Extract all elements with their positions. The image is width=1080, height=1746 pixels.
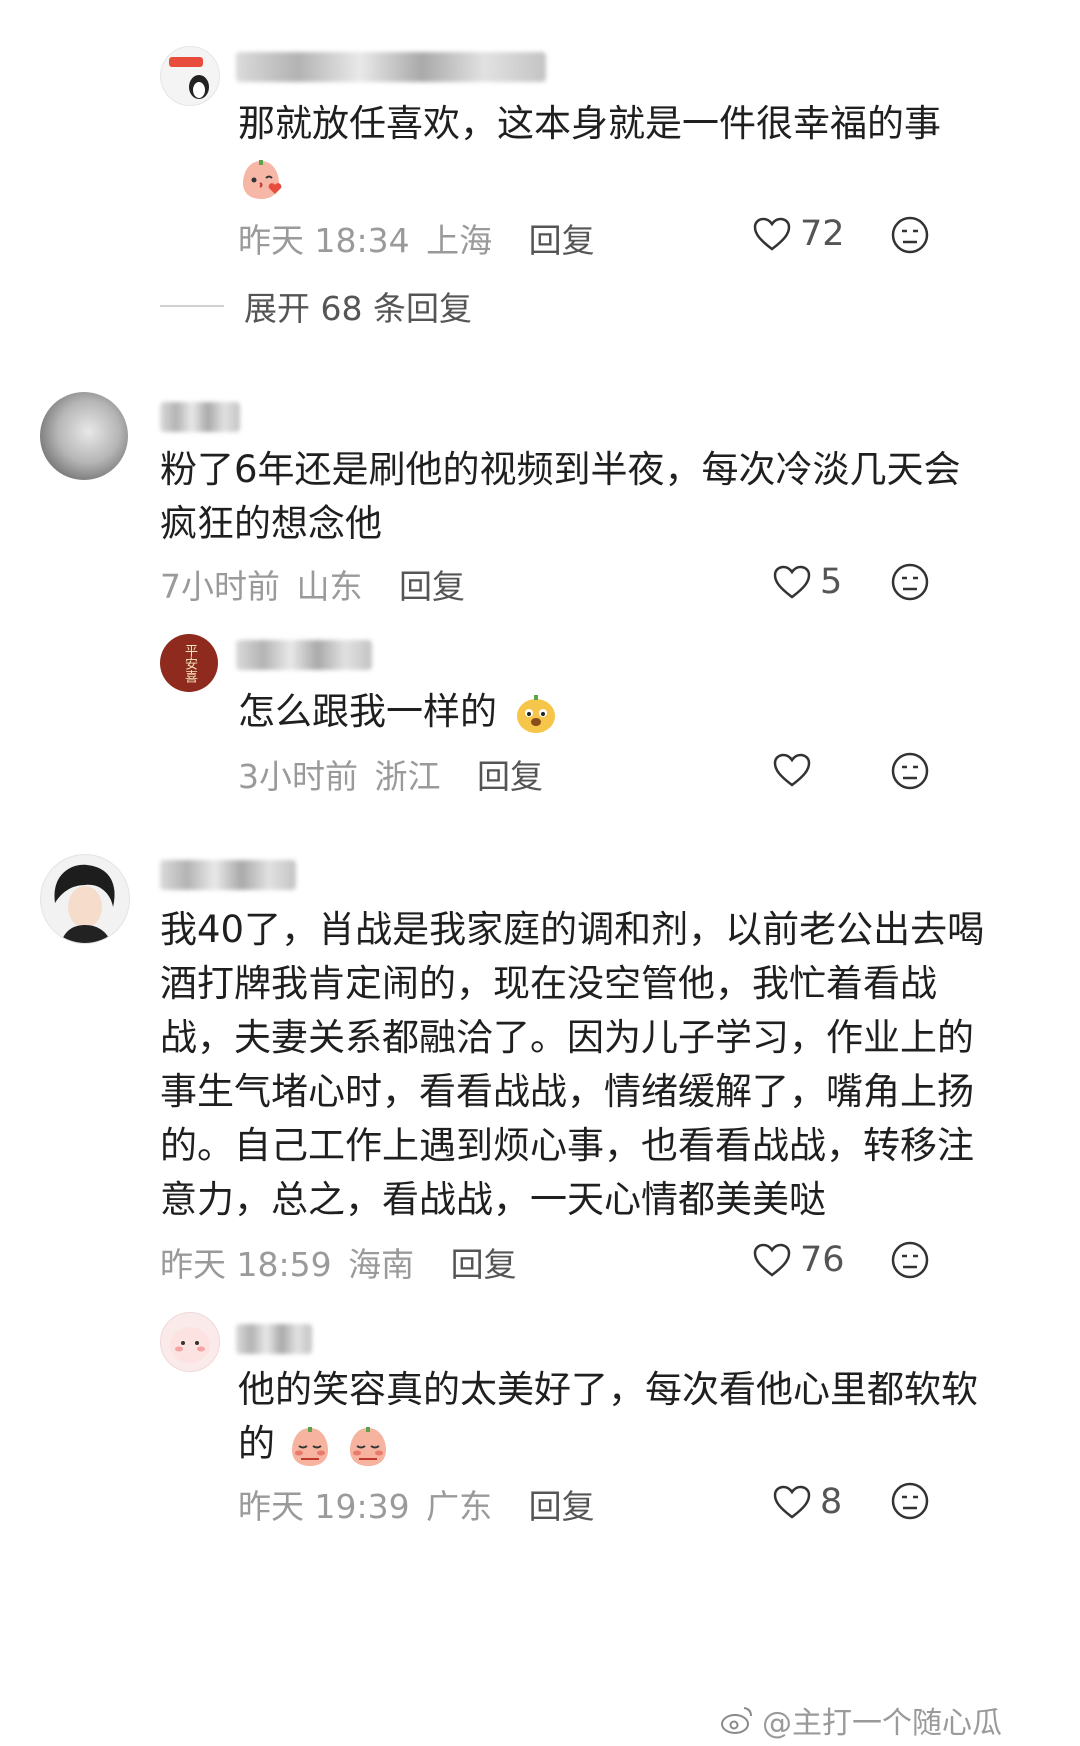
like-button[interactable]: 72 <box>752 214 845 254</box>
like-count: 5 <box>820 562 843 602</box>
watermark-text: @主打一个随心瓜 <box>762 1706 1002 1741</box>
comment-time: 7小时前 <box>160 567 280 606</box>
like-count: 72 <box>800 214 845 254</box>
dislike-icon[interactable] <box>890 562 930 606</box>
username-blurred[interactable] <box>236 1324 312 1354</box>
like-button[interactable]: 76 <box>752 1240 845 1280</box>
shy-emoji-icon <box>291 1426 328 1466</box>
comment-text-line: 意力，总之，看战战，一天心情都美美哒 <box>160 1178 826 1221</box>
heart-icon <box>773 565 811 599</box>
comment-location: 上海 <box>426 221 493 260</box>
dislike-icon[interactable] <box>890 215 930 259</box>
comment-time: 昨天 19:39 <box>238 1487 410 1526</box>
heart-icon <box>753 217 791 251</box>
like-button[interactable]: 5 <box>772 562 842 602</box>
username-blurred[interactable] <box>160 860 296 890</box>
reply-button[interactable]: 回复 <box>451 1245 517 1284</box>
like-count: 76 <box>800 1240 845 1280</box>
heart-icon <box>773 1485 811 1519</box>
comment-text-line: 我40了，肖战是我家庭的调和剂，以前老公出去喝 <box>160 908 985 951</box>
comment-text-line: 事生气堵心时，看看战战，情绪缓解了，嘴角上扬 <box>160 1070 974 1113</box>
heart-icon <box>753 1243 791 1277</box>
watermark: @主打一个随心瓜 <box>720 1698 1002 1742</box>
like-button[interactable]: 8 <box>772 1482 842 1522</box>
avatar[interactable] <box>160 46 220 106</box>
comment-text-line: 疯狂的想念他 <box>160 502 382 545</box>
reply-button[interactable]: 回复 <box>529 1487 595 1526</box>
shy-emoji-icon <box>349 1426 386 1466</box>
username-blurred[interactable] <box>236 52 546 82</box>
heart-icon <box>773 753 811 787</box>
comment-location: 山东 <box>296 567 363 606</box>
comment-meta: 昨天 18:59 海南 回复 <box>160 1238 517 1286</box>
comment-text: 怎么跟我一样的 <box>238 682 559 742</box>
weibo-logo-icon <box>721 1707 752 1734</box>
comment-location: 海南 <box>348 1245 415 1284</box>
divider-line <box>160 305 224 307</box>
comment-text-line: 他的笑容真的太美好了，每次看他心里都软软 <box>238 1368 978 1411</box>
like-count: 8 <box>820 1482 843 1522</box>
comment-text-line: 酒打牌我肯定闹的，现在没空管他，我忙着看战 <box>160 962 937 1005</box>
comment-text: 那就放任喜欢，这本身就是一件很幸福的事 <box>238 102 941 145</box>
reply-button[interactable]: 回复 <box>529 221 595 260</box>
avatar[interactable]: 平安喜 <box>160 634 218 692</box>
avatar[interactable] <box>40 854 130 944</box>
comment-meta: 7小时前 山东 回复 <box>160 560 465 608</box>
reply-button[interactable]: 回复 <box>477 757 543 796</box>
comment-location: 广东 <box>426 1487 493 1526</box>
avatar[interactable] <box>160 1312 220 1372</box>
username-blurred[interactable] <box>160 402 240 432</box>
comment-time: 昨天 18:59 <box>160 1245 332 1284</box>
comment-time: 昨天 18:34 <box>238 221 410 260</box>
dislike-icon[interactable] <box>890 1240 930 1284</box>
avatar[interactable] <box>40 392 128 480</box>
dog-emoji-icon <box>516 694 555 733</box>
like-button[interactable] <box>772 752 812 788</box>
expand-replies-label: 展开 68 条回复 <box>244 289 472 328</box>
comment-meta: 3小时前 浙江 回复 <box>238 750 543 798</box>
username-blurred[interactable] <box>236 640 372 670</box>
comment-text-line: 的 <box>238 1414 391 1474</box>
comment-text-line: 的。自己工作上遇到烦心事，也看看战战，转移注 <box>160 1124 974 1167</box>
comment-meta: 昨天 19:39 广东 回复 <box>238 1480 595 1528</box>
dislike-icon[interactable] <box>890 751 930 795</box>
reply-button[interactable]: 回复 <box>399 567 465 606</box>
comment-text-body: 怎么跟我一样的 <box>238 690 497 733</box>
comment-text-line: 战，夫妻关系都融洽了。因为儿子学习，作业上的 <box>160 1016 974 1059</box>
dislike-icon[interactable] <box>890 1481 930 1525</box>
comment-text-line: 粉了6年还是刷他的视频到半夜，每次冷淡几天会 <box>160 448 961 491</box>
comment-meta: 昨天 18:34 上海 回复 <box>238 214 595 262</box>
expand-replies[interactable]: 展开 68 条回复 <box>160 282 472 330</box>
avatar-seal-text: 平安喜 <box>182 643 197 683</box>
comment-time: 3小时前 <box>238 757 358 796</box>
comment-location: 浙江 <box>374 757 441 796</box>
comment-text-body: 的 <box>238 1422 275 1465</box>
kiss-emoji-icon <box>238 156 284 202</box>
